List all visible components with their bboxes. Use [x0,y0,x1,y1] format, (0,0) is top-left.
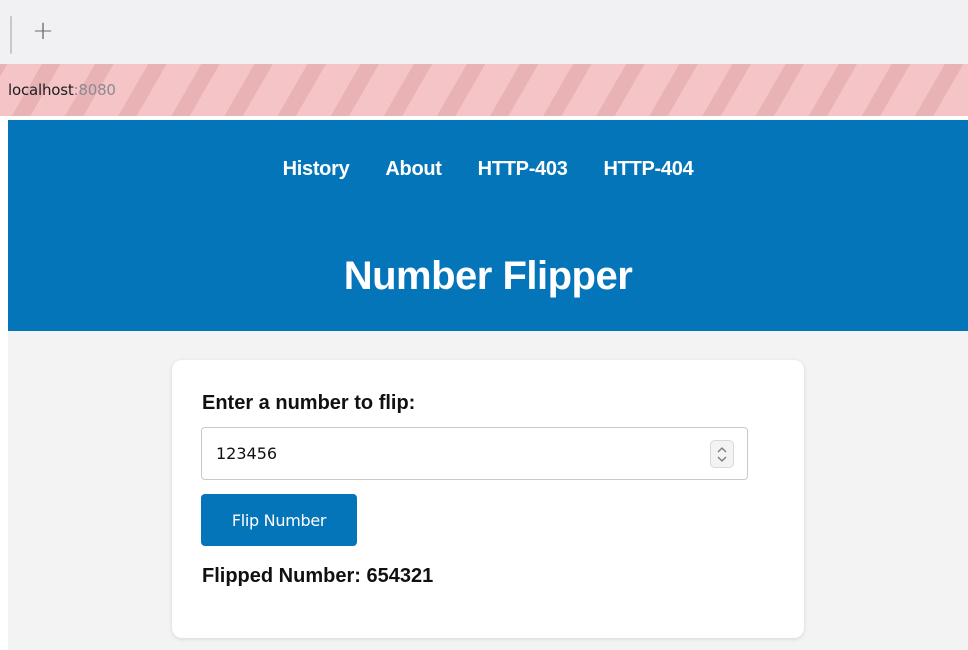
browser-tab-strip: + [0,0,968,64]
nav-link-http-403[interactable]: HTTP-403 [478,158,568,181]
nav-link-history[interactable]: History [283,158,350,181]
address-bar[interactable]: localhost:8080 [0,64,968,116]
result-value: 654321 [366,565,434,587]
flip-form-card: Enter a number to flip: Flip Number Flip… [172,360,804,638]
chevron-down-icon[interactable] [717,456,727,463]
nav-link-about[interactable]: About [385,158,442,181]
page-content: History About HTTP-403 HTTP-404 Number F… [8,120,968,650]
site-header: History About HTTP-403 HTTP-404 Number F… [8,120,968,331]
new-tab-button[interactable]: + [28,14,58,48]
flip-number-button[interactable]: Flip Number [201,494,357,546]
url-port: :8080 [73,81,116,99]
number-input-label: Enter a number to flip: [202,392,416,414]
result-label: Flipped Number: [202,565,361,587]
number-input[interactable] [202,428,692,479]
main-nav: History About HTTP-403 HTTP-404 [8,158,968,181]
tab-edge [10,16,12,54]
nav-link-http-404[interactable]: HTTP-404 [604,158,694,181]
url-text[interactable]: localhost:8080 [8,81,116,99]
flipped-number-result: Flipped Number: 654321 [202,565,433,588]
url-host: localhost [8,81,74,99]
chevron-up-icon[interactable] [717,446,727,453]
number-input-field[interactable] [201,427,748,480]
page-title: Number Flipper [343,254,633,298]
number-spinner[interactable] [710,440,734,468]
